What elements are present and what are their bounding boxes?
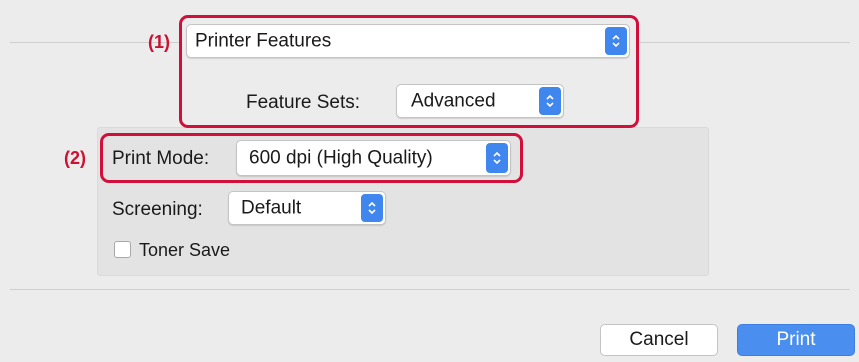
cancel-button[interactable]: Cancel bbox=[600, 324, 718, 356]
top-divider-right bbox=[640, 42, 850, 43]
highlight-box-2 bbox=[100, 133, 523, 183]
screening-select[interactable]: Default bbox=[228, 191, 386, 225]
toner-save-label: Toner Save bbox=[139, 240, 231, 260]
up-down-chevron-icon bbox=[361, 194, 383, 222]
print-button[interactable]: Print bbox=[737, 324, 855, 356]
callout-1: (1) bbox=[148, 32, 170, 52]
highlight-box-1 bbox=[179, 15, 639, 128]
bottom-divider bbox=[10, 289, 850, 290]
screening-label: Screening: bbox=[112, 199, 203, 220]
toner-save-checkbox[interactable] bbox=[114, 241, 131, 258]
callout-2: (2) bbox=[64, 148, 86, 168]
screening-value: Default bbox=[241, 197, 302, 219]
